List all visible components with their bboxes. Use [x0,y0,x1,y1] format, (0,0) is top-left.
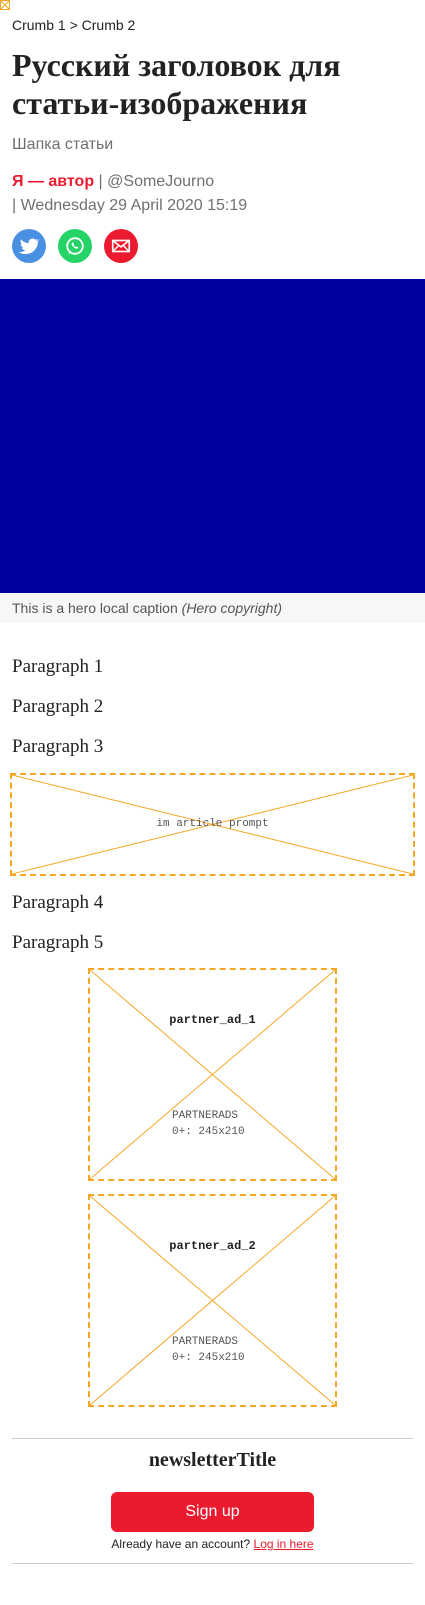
placeholder-cross-icon [90,1196,335,1405]
author-name[interactable]: Я — автор [12,173,94,190]
article-standfirst: Шапка статьи [12,136,114,153]
log-in-link[interactable]: Log in here [254,1537,314,1551]
broken-image-icon [0,0,10,10]
byline-separator: | [98,173,103,190]
partner-ad-2[interactable]: partner_ad_2 PARTNERADS 0+: 245x210 [88,1194,337,1407]
login-prompt: Already have an account? [111,1537,251,1551]
author-twitter-handle[interactable]: @SomeJourno [107,173,214,190]
publish-date: Wednesday 29 April 2020 15:19 [20,197,248,214]
partner-ad-1-line2: 0+: 245x210 [172,1126,245,1138]
byline-separator-2: | [12,197,17,214]
share-email-button[interactable] [104,229,138,263]
hero-caption-text: This is a hero local caption [12,600,178,616]
divider-bottom [12,1563,413,1564]
in-article-prompt-ad[interactable]: im article prompt [10,773,415,876]
twitter-icon [18,238,40,255]
divider-top [12,1438,413,1439]
paragraph-4: Paragraph 4 [12,892,104,913]
partner-ad-1-name: partner_ad_1 [169,1013,256,1027]
email-icon [111,239,131,253]
paragraph-3: Paragraph 3 [12,736,104,757]
partner-ad-2-name: partner_ad_2 [169,1239,256,1253]
paragraph-5: Paragraph 5 [12,932,104,953]
hero-caption-copyright: (Hero copyright) [181,600,283,616]
share-twitter-button[interactable] [12,229,46,263]
login-line: Already have an account? Log in here [0,1537,425,1551]
breadcrumb-separator: > [69,17,78,33]
hero-caption: This is a hero local caption (Hero copyr… [0,593,425,623]
newsletter-title: newsletterTitle [148,1449,277,1471]
breadcrumb-crumb-1[interactable]: Crumb 1 [12,17,66,33]
whatsapp-icon [66,237,84,255]
breadcrumb: Crumb 1 > Crumb 2 [12,17,135,33]
partner-ad-2-line1: PARTNERADS [172,1336,239,1348]
partner-ad-2-line2: 0+: 245x210 [172,1352,245,1364]
paragraph-2: Paragraph 2 [12,696,104,717]
sign-up-button[interactable]: Sign up [111,1492,314,1532]
share-whatsapp-button[interactable] [58,229,92,263]
article-title: Русский заголовок для статьи-изображения [12,47,341,121]
hero-image [0,279,425,593]
ad-prompt-label: im article prompt [156,818,269,830]
paragraph-1: Paragraph 1 [12,656,104,677]
partner-ad-1[interactable]: partner_ad_1 PARTNERADS 0+: 245x210 [88,968,337,1181]
partner-ad-1-line1: PARTNERADS [172,1110,239,1122]
article-byline: Я — автор | @SomeJourno | Wednesday 29 A… [12,170,412,218]
breadcrumb-crumb-2[interactable]: Crumb 2 [82,17,136,33]
placeholder-cross-icon [90,970,335,1179]
share-buttons [12,229,138,263]
